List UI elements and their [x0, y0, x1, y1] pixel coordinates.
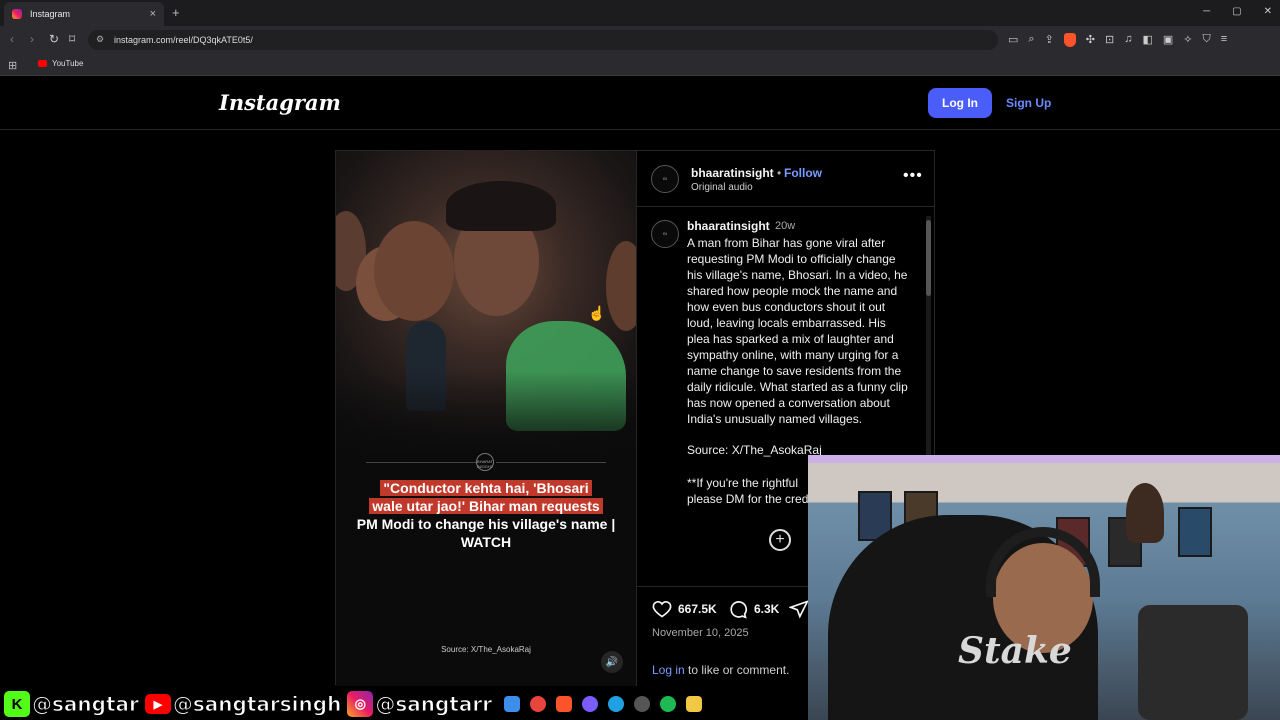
mouse-cursor-icon: ☝: [588, 305, 606, 321]
author-avatar[interactable]: BI: [651, 165, 679, 193]
comment-action[interactable]: 6.3K: [728, 599, 779, 619]
brave-shields-icon[interactable]: [1063, 33, 1076, 47]
site-info-icon[interactable]: ⚙: [96, 34, 104, 45]
signup-link[interactable]: Sign Up: [1006, 96, 1051, 110]
caption-username[interactable]: bhaaratinsight: [687, 219, 770, 233]
tab-manager-icon[interactable]: ⊡: [1105, 33, 1114, 47]
close-window-icon[interactable]: ✕: [1264, 6, 1272, 17]
webcam-overlay: Stake: [808, 455, 1280, 720]
caption-scroll-thumb[interactable]: [926, 220, 931, 296]
author-username[interactable]: bhaaratinsight: [691, 166, 774, 180]
youtube-handle: @sangtarsingh: [172, 692, 342, 717]
menu-icon[interactable]: ≡: [1221, 33, 1227, 47]
minimize-icon[interactable]: ─: [1203, 6, 1210, 17]
window-controls: ─ ▢ ✕: [1203, 6, 1272, 17]
chrome-icon[interactable]: [530, 696, 547, 712]
load-more-comments-icon[interactable]: +: [769, 529, 791, 551]
caption-avatar[interactable]: BI: [651, 220, 679, 248]
login-button[interactable]: Log In: [928, 88, 992, 118]
bookmarks-bar: ⊞ YouTube: [0, 54, 1280, 76]
separator-dot: •: [777, 166, 782, 180]
instagram-favicon-icon: [12, 9, 22, 19]
reel-video[interactable]: BHARAT INSIGHT "Conductor kehta hai, 'Bh…: [336, 151, 636, 686]
media-icon[interactable]: ♫: [1124, 33, 1132, 47]
obs-icon[interactable]: [634, 696, 651, 712]
brave-icon[interactable]: [556, 696, 573, 712]
sidebar-icon[interactable]: ◧: [1142, 33, 1152, 47]
caption-source: Source: X/The_AsokaRaj: [687, 443, 822, 457]
new-tab-icon[interactable]: +: [172, 5, 180, 20]
social-overlay: K @sangtar ▶ @sangtarsingh ◎ @sangtarr: [0, 688, 808, 720]
bookmark-icon[interactable]: ⌑: [69, 32, 75, 46]
url-field[interactable]: ⚙ instagram.com/reel/DQ3qkATE0t5/: [88, 30, 998, 50]
url-text: instagram.com/reel/DQ3qkATE0t5/: [114, 35, 253, 45]
like-count: 667.5K: [678, 602, 717, 616]
send-icon[interactable]: [789, 599, 809, 619]
browser-tab-bar: Instagram × + ─ ▢ ✕: [0, 0, 1280, 26]
tab-title: Instagram: [30, 9, 71, 19]
video-source: Source: X/The_AsokaRaj: [441, 645, 531, 654]
reload-icon[interactable]: ↻: [49, 32, 59, 46]
windows-start-icon[interactable]: [504, 696, 521, 712]
background-person: [1126, 483, 1164, 543]
forward-icon[interactable]: ›: [30, 32, 34, 46]
share-action[interactable]: [789, 599, 809, 619]
close-tab-icon[interactable]: ×: [150, 8, 156, 20]
post-date: November 10, 2025: [652, 627, 749, 639]
taskbar-icons: [504, 696, 703, 712]
heart-icon[interactable]: [652, 599, 672, 619]
bookmark-label: YouTube: [52, 59, 84, 68]
audio-toggle-icon[interactable]: 🔊: [601, 651, 623, 673]
spotify-icon[interactable]: [660, 696, 677, 712]
instagram-icon: ◎: [347, 691, 374, 717]
leo-ai-icon[interactable]: ✧: [1183, 33, 1192, 47]
comment-icon[interactable]: [728, 599, 748, 619]
wallet-icon[interactable]: ▣: [1163, 33, 1173, 47]
kick-icon: K: [4, 691, 30, 717]
discord-icon[interactable]: [582, 696, 599, 712]
instagram-logo[interactable]: Instagram: [219, 90, 341, 115]
video-headline: "Conductor kehta hai, 'Bhosari wale utar…: [356, 480, 616, 550]
back-icon[interactable]: ‹: [10, 32, 14, 46]
instagram-header: Instagram Log In Sign Up: [0, 76, 1280, 130]
audio-label[interactable]: Original audio: [691, 182, 753, 193]
browser-toolbar: ▭ ⌕ ⇪ ✣ ⊡ ♫ ◧ ▣ ✧ ⛉ ≡: [1008, 33, 1227, 47]
post-author-header: BI bhaaratinsight • Follow Original audi…: [637, 151, 935, 207]
comment-count: 6.3K: [754, 602, 780, 616]
like-action[interactable]: 667.5K: [652, 599, 717, 619]
extensions-icon[interactable]: ✣: [1086, 33, 1095, 47]
apps-grid-icon[interactable]: ⊞: [8, 59, 17, 72]
gaming-chair: [1138, 605, 1248, 720]
caption-text: A man from Bihar has gone viral after re…: [687, 236, 908, 426]
maximize-icon[interactable]: ▢: [1232, 6, 1241, 17]
shirt-logo: Stake: [958, 630, 1072, 672]
youtube-icon: ▶: [144, 694, 171, 714]
browser-tab[interactable]: Instagram ×: [4, 2, 164, 26]
follow-button[interactable]: Follow: [784, 166, 822, 180]
caption-time: 20w: [775, 220, 796, 232]
file-explorer-icon[interactable]: [686, 696, 703, 712]
share-icon[interactable]: ⇪: [1045, 33, 1054, 47]
address-bar-row: ‹ › ↻ ⌑ ⚙ instagram.com/reel/DQ3qkATE0t5…: [0, 26, 1280, 54]
kick-handle: @sangtar: [32, 692, 140, 717]
wall-poster: [1178, 507, 1212, 557]
more-options-icon[interactable]: •••: [903, 167, 923, 185]
vpn-icon[interactable]: ⛉: [1203, 33, 1211, 47]
edge-icon[interactable]: [608, 696, 625, 712]
youtube-icon: [38, 60, 47, 67]
instagram-handle: @sangtarr: [375, 692, 493, 717]
cast-icon[interactable]: ▭: [1008, 33, 1018, 47]
zoom-icon[interactable]: ⌕: [1028, 33, 1034, 47]
login-prompt: Log in to like or comment.: [652, 663, 790, 677]
bookmark-youtube[interactable]: YouTube: [38, 59, 83, 68]
channel-watermark: BHARAT INSIGHT: [476, 453, 494, 471]
login-link[interactable]: Log in: [652, 663, 685, 677]
